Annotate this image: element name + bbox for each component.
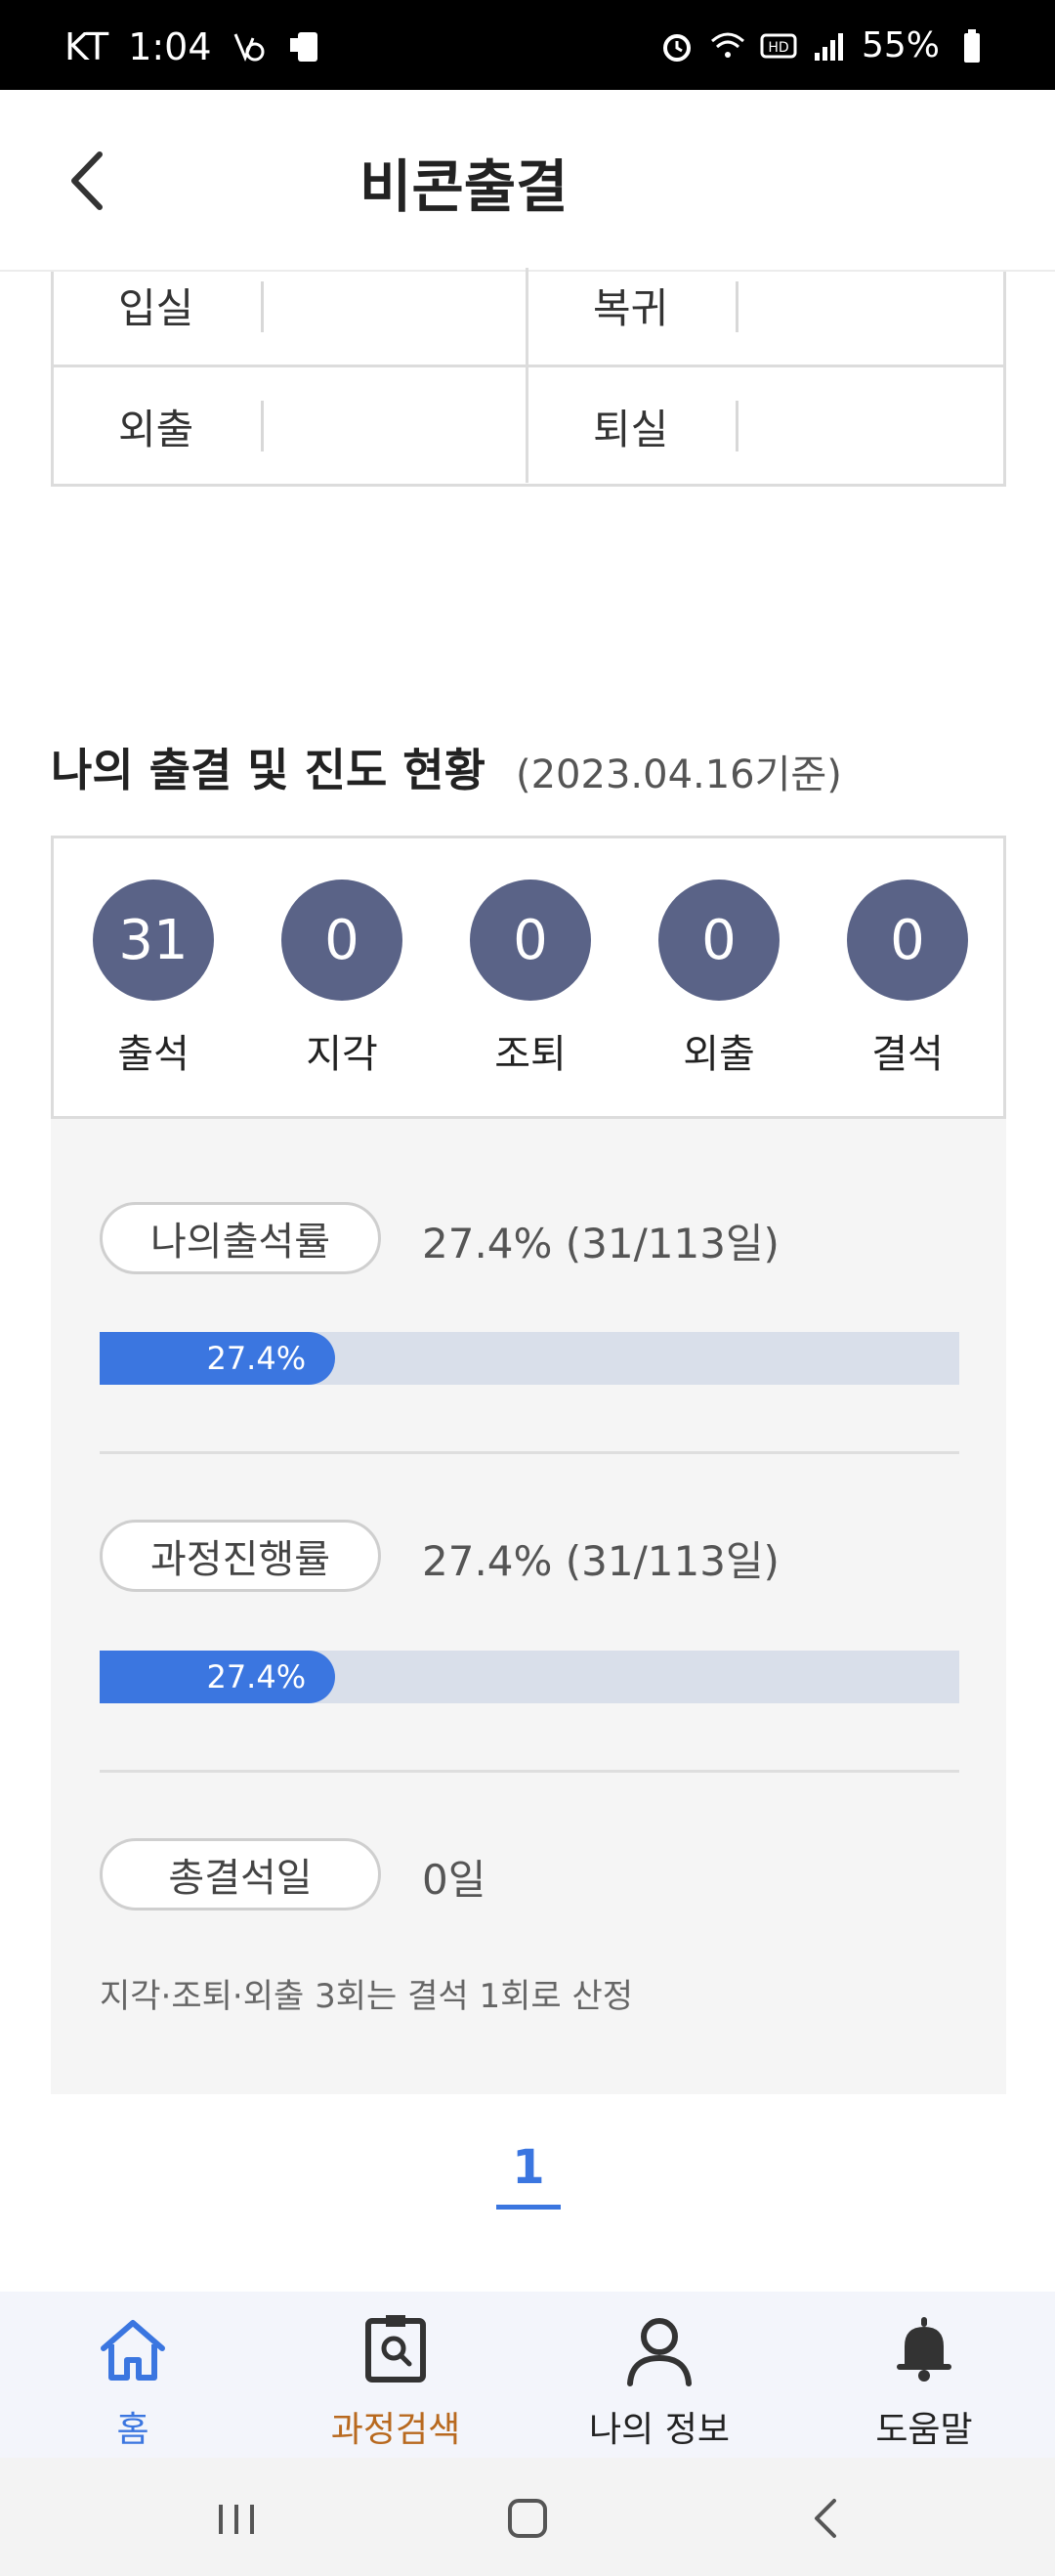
count-badge: 0 — [658, 880, 780, 1001]
divider — [100, 1451, 959, 1454]
course-progress-text: 27.4% (31/113일) — [422, 1537, 780, 1585]
battery-icon — [953, 27, 991, 64]
beacon-io-table: 입실 복귀 외출 퇴실 — [51, 268, 1006, 487]
io-row: 외출 퇴실 — [54, 367, 1003, 483]
io-cell-return: 복귀 — [528, 268, 1003, 365]
course-progress-fill: 27.4% — [100, 1651, 336, 1703]
divider — [261, 401, 264, 451]
io-cell-out: 외출 — [54, 367, 528, 483]
attendance-label: 외출 — [683, 1032, 755, 1077]
page-number[interactable]: 1 — [496, 2140, 561, 2195]
pagination[interactable]: 1 — [496, 2140, 561, 2210]
phone-icon — [288, 28, 325, 65]
divider — [100, 1770, 959, 1773]
attendance-rate-pill: 나의출석률 — [100, 1202, 381, 1274]
count-badge: 0 — [847, 880, 968, 1001]
course-progress-pill: 과정진행률 — [100, 1520, 381, 1592]
status-right: HD 55% — [658, 25, 991, 65]
attendance-item-absent: 0 결석 — [847, 880, 968, 1079]
attendance-item-out: 0 외출 — [658, 880, 780, 1079]
attendance-label: 조퇴 — [494, 1032, 567, 1077]
home-square-icon — [508, 2499, 547, 2538]
exit-label: 퇴실 — [593, 406, 669, 453]
recent-apps-button[interactable] — [197, 2489, 275, 2548]
count-badge: 0 — [470, 880, 591, 1001]
attendance-label: 결석 — [871, 1032, 944, 1077]
home-icon — [101, 2320, 165, 2381]
back-button[interactable] — [51, 137, 129, 225]
nav-label: 도움말 — [875, 2410, 973, 2450]
page-indicator — [496, 2205, 561, 2210]
svg-text:HD: HD — [768, 40, 788, 56]
hd-icon: HD — [760, 27, 797, 64]
attendance-label: 출석 — [117, 1032, 190, 1077]
io-row: 입실 복귀 — [54, 268, 1003, 367]
chevron-left-icon — [71, 151, 103, 210]
nav-label: 과정검색 — [330, 2410, 461, 2450]
attendance-item-late: 0 지각 — [281, 880, 402, 1079]
home-system-button[interactable] — [488, 2489, 567, 2548]
as-of-date: (2023.04.16기준) — [516, 752, 842, 797]
wifi-icon — [709, 27, 746, 64]
count-badge: 31 — [93, 880, 214, 1001]
io-cell-exit: 퇴실 — [528, 367, 1003, 483]
divider — [261, 281, 264, 332]
attendance-item-early-leave: 0 조퇴 — [470, 880, 591, 1079]
battery-percent: 55% — [861, 25, 940, 65]
io-cell-entry: 입실 — [54, 268, 528, 365]
clock: 1:04 — [128, 25, 212, 68]
page-title: 비콘출결 — [359, 153, 569, 220]
nav-label: 홈 — [116, 2410, 149, 2450]
notification-icon — [232, 28, 269, 65]
recent-apps-icon — [219, 2505, 254, 2534]
attendance-label: 지각 — [306, 1032, 378, 1077]
count-badge: 0 — [281, 880, 402, 1001]
nav-label: 나의 정보 — [589, 2410, 730, 2450]
attendance-note: 지각·조퇴·외출 3회는 결석 1회로 산정 — [100, 1977, 634, 2016]
attendance-summary: 31 출석 0 지각 0 조퇴 0 외출 0 결석 — [51, 836, 1006, 1119]
total-absence-pill: 총결석일 — [100, 1838, 381, 1911]
user-icon — [627, 2318, 692, 2386]
entry-label: 입실 — [118, 284, 194, 332]
course-progress-bar: 27.4% — [100, 1651, 959, 1703]
divider — [736, 281, 738, 332]
attendance-item-present: 31 출석 — [93, 880, 214, 1079]
out-label: 외출 — [118, 406, 194, 453]
attendance-rate-fill: 27.4% — [100, 1332, 336, 1385]
progress-panel: 나의출석률 27.4% (31/113일) 27.4% 과정진행률 27.4% … — [51, 1119, 1006, 2094]
course-search-icon — [365, 2315, 426, 2383]
bell-icon — [897, 2317, 951, 2382]
app-header: 비콘출결 — [0, 90, 1055, 272]
system-nav-bar — [0, 2458, 1055, 2576]
status-left: KT 1:04 — [64, 25, 325, 68]
attendance-rate-text: 27.4% (31/113일) — [422, 1220, 780, 1267]
nav-my-info[interactable]: 나의 정보 — [542, 2311, 777, 2452]
bottom-nav: 홈 과정검색 나의 정보 도움말 — [0, 2292, 1055, 2458]
alarm-icon — [658, 27, 696, 64]
nav-help[interactable]: 도움말 — [807, 2311, 1041, 2452]
nav-course-search[interactable]: 과정검색 — [278, 2311, 513, 2452]
attendance-rate-bar: 27.4% — [100, 1332, 959, 1385]
status-bar: KT 1:04 HD 55% — [0, 0, 1055, 90]
signal-icon — [811, 27, 848, 64]
carrier-label: KT — [64, 25, 109, 68]
total-absence-text: 0일 — [422, 1856, 486, 1904]
section-title: 나의 출결 및 진도 현황 — [51, 744, 485, 796]
back-system-button[interactable] — [789, 2489, 867, 2548]
nav-home[interactable]: 홈 — [16, 2311, 250, 2452]
return-label: 복귀 — [593, 284, 669, 332]
back-icon — [815, 2499, 836, 2538]
divider — [736, 401, 738, 451]
